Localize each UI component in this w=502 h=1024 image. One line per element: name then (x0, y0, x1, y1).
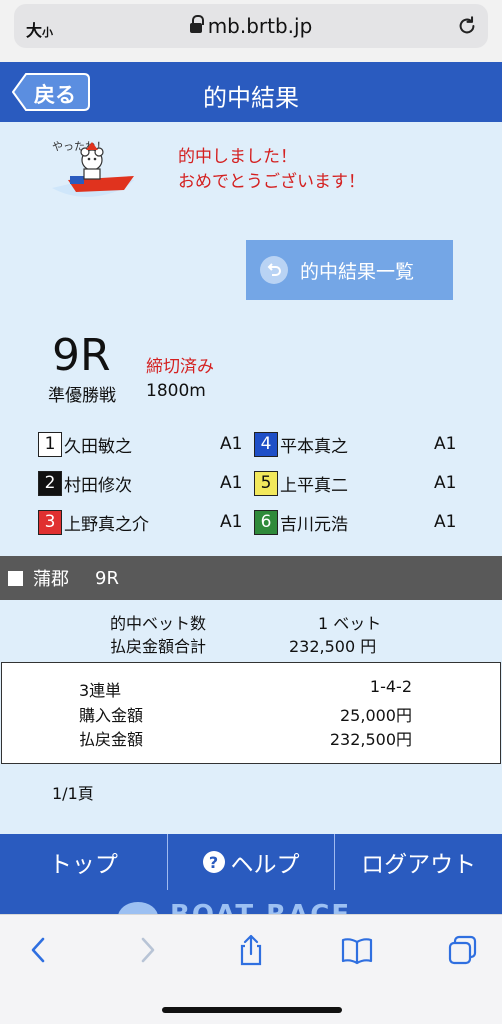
race-status: 締切済み (146, 357, 214, 377)
racer-class: A1 (434, 473, 457, 493)
racer-row: 2 村田修次 (38, 469, 132, 497)
racer-class: A1 (434, 434, 457, 454)
reload-icon[interactable] (456, 15, 478, 37)
address-bar[interactable]: 大小 mb.brtb.jp (14, 4, 488, 48)
racer-row: 1 久田敏之 (38, 430, 132, 458)
square-bullet-icon (8, 570, 23, 586)
boat-race-logo: BOAT RACE (0, 890, 502, 914)
section-race-number: 9R (95, 567, 119, 589)
nav-logout-button[interactable]: ログアウト (335, 834, 502, 890)
bet-type: 3連単 (79, 681, 122, 700)
nav-help-label: ヘルプ (230, 852, 300, 878)
racer-row: 4 平本真之 (254, 430, 348, 458)
payout-total-label: 払戻金額合計 (110, 637, 207, 656)
racer-name: 上平真二 (280, 475, 348, 496)
racer-name: 上野真之介 (64, 514, 149, 535)
racer-name: 久田敏之 (64, 436, 132, 457)
hit-message-line2: おめでとうございます！ (178, 172, 365, 192)
bet-detail-box: 3連単 1-4-2 購入金額 25,000円 払戻金額 232,500円 (1, 662, 501, 764)
forward-nav-icon[interactable] (130, 933, 164, 967)
purchase-amount-value: 25,000円 (340, 706, 412, 725)
bet-combination: 1-4-2 (369, 677, 412, 696)
racer-row: 5 上平真二 (254, 469, 348, 497)
hit-results-list-button[interactable]: 的中結果一覧 (246, 240, 453, 300)
racer-row: 3 上野真之介 (38, 508, 149, 536)
hit-message: 的中しました！ おめでとうございます！ (178, 145, 365, 195)
url-display[interactable]: mb.brtb.jp (14, 14, 488, 38)
purchase-amount-label: 購入金額 (79, 706, 144, 725)
nav-logout-label: ログアウト (361, 852, 477, 878)
race-distance: 1800m (146, 381, 206, 401)
bet-count-value: 1 ベット (318, 614, 382, 633)
lane-number-badge: 4 (254, 431, 278, 457)
url-text: mb.brtb.jp (207, 14, 313, 38)
lane-number-badge: 6 (254, 509, 278, 535)
racer-name: 吉川元浩 (280, 514, 348, 535)
race-name: 準優勝戦 (48, 386, 116, 406)
bottom-nav: トップ ? ヘルプ ログアウト (0, 834, 502, 890)
lock-icon (189, 15, 204, 34)
lane-number-badge: 3 (38, 509, 62, 535)
racer-class: A1 (220, 434, 243, 454)
nav-top-label: トップ (48, 852, 118, 878)
lane-number-badge: 2 (38, 470, 62, 496)
lane-number-badge: 1 (38, 431, 62, 457)
hit-message-line1: 的中しました！ (178, 147, 297, 167)
page-title: 的中結果 (203, 84, 299, 112)
undo-arrow-icon (260, 256, 288, 284)
nav-top-button[interactable]: トップ (0, 834, 168, 890)
lane-number-badge: 5 (254, 470, 278, 496)
racer-name: 村田修次 (64, 475, 132, 496)
hit-results-list-label: 的中結果一覧 (300, 260, 415, 283)
racer-name: 平本真之 (280, 436, 348, 457)
share-icon[interactable] (234, 933, 268, 967)
back-nav-icon[interactable] (22, 933, 56, 967)
nav-help-button[interactable]: ? ヘルプ (167, 834, 336, 890)
home-indicator (162, 1007, 342, 1013)
race-number: 9R (52, 330, 111, 381)
venue-name: 蒲郡 (33, 569, 69, 590)
page-indicator: 1/1頁 (52, 784, 94, 803)
browser-chrome-top: 大小 mb.brtb.jp (0, 0, 502, 62)
page-header: 戻る 的中結果 (0, 62, 502, 122)
browser-toolbar (0, 914, 502, 1024)
tabs-icon[interactable] (446, 933, 480, 967)
bet-count-label: 的中ベット数 (110, 614, 207, 633)
racer-class: A1 (434, 512, 457, 532)
payout-total-value: 232,500 円 (289, 637, 377, 656)
venue-section-header: 蒲郡 9R (0, 556, 502, 600)
payout-amount-value: 232,500円 (329, 730, 412, 749)
payout-amount-label: 払戻金額 (79, 730, 144, 749)
racer-class: A1 (220, 473, 243, 493)
mascot-illustration: やったね！ (52, 140, 134, 197)
logo-emblem (118, 902, 158, 914)
help-icon: ? (202, 851, 225, 873)
logo-text: BOAT RACE (170, 900, 351, 914)
racer-class: A1 (220, 512, 243, 532)
racer-row: 6 吉川元浩 (254, 508, 348, 536)
bookmarks-icon[interactable] (340, 933, 374, 967)
